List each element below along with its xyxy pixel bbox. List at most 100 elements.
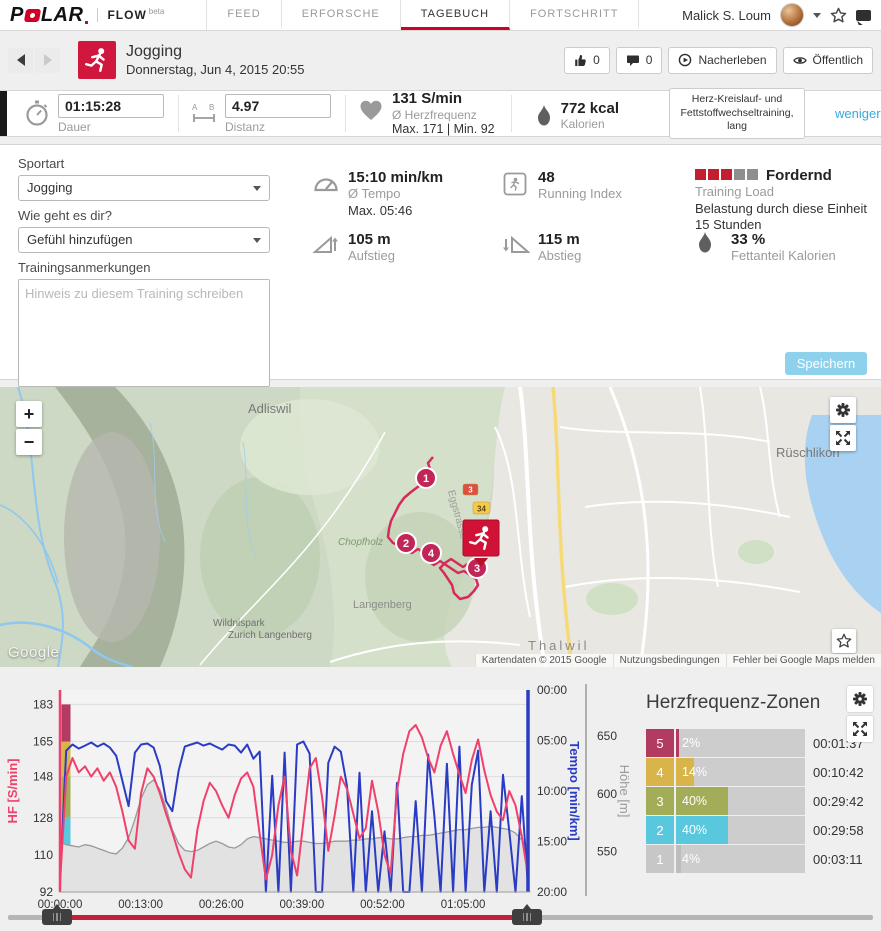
comment-count: 0 <box>646 53 653 67</box>
hr-zone-bar: 40% <box>676 787 805 815</box>
map-zoom-in-button[interactable]: + <box>16 401 42 427</box>
hr-zone-bar: 2% <box>676 729 805 757</box>
hr-zone-time: 00:29:58 <box>805 816 875 844</box>
hr-zones-title: Herzfrequenz-Zonen <box>646 692 875 714</box>
hr-zone-time: 00:10:42 <box>805 758 875 786</box>
pace-tick-label: 15:00 <box>537 835 567 849</box>
relive-button[interactable]: Nacherleben <box>668 47 776 74</box>
route-km-marker[interactable]: 1 <box>416 468 436 488</box>
duration-group: Dauer <box>24 94 164 134</box>
hr-zone-percent: 40% <box>682 794 707 808</box>
altitude-tick-label: 550 <box>597 845 617 859</box>
hr-zone-bar: 40% <box>676 816 805 844</box>
hr-minmax: Max. 171 | Min. 92 <box>392 122 495 138</box>
summary-bar-accent-strip <box>0 91 7 136</box>
session-header: Jogging Donnerstag, Jun 4, 2015 20:55 0 … <box>0 40 881 80</box>
hr-zone-row: 14%00:03:11 <box>646 845 875 873</box>
sport-label: Sportart <box>18 156 270 171</box>
svg-text:2: 2 <box>403 538 409 550</box>
hr-zone-bar: 14% <box>676 758 805 786</box>
arrow-right-icon <box>44 54 52 66</box>
hr-zone-percent: 40% <box>682 823 707 837</box>
hr-zone-row: 340%00:29:42 <box>646 787 875 815</box>
comment-bubble-icon <box>626 54 640 67</box>
training-load-segment <box>721 169 732 180</box>
avg-hr-value: 131 S/min <box>392 91 495 108</box>
comment-button[interactable]: 0 <box>616 47 663 74</box>
slider-handle-start[interactable] <box>42 909 72 925</box>
route-map[interactable]: AdliswilRüschlikonThalwilLangenbergWildn… <box>0 387 881 667</box>
map-label: Langenberg <box>353 599 412 611</box>
hr-tick-label: 128 <box>33 811 53 825</box>
avg-tempo-metric: 15:10 min/km Ø Tempo Max. 05:46 <box>312 169 443 219</box>
nav-item-fortschritt[interactable]: FORTSCHRITT <box>510 0 639 30</box>
show-less-link[interactable]: weniger <box>835 106 881 121</box>
beta-badge: beta <box>149 7 165 16</box>
feeling-select[interactable]: Gefühl hinzufügen <box>18 227 270 253</box>
map-attribution: Kartendaten © 2015 Google Nutzungsbeding… <box>475 654 881 667</box>
route-km-marker[interactable]: 4 <box>421 543 441 563</box>
speedometer-icon <box>312 173 340 197</box>
training-benefit-box: Herz-Kreislauf- und Fettstoffwechseltrai… <box>669 88 805 139</box>
visibility-button[interactable]: Öffentlich <box>783 47 873 74</box>
logo-o-mark <box>24 9 41 22</box>
sport-select[interactable]: Jogging <box>18 175 270 201</box>
nav-item-tagebuch[interactable]: TAGEBUCH <box>401 0 510 30</box>
chart-fullscreen-button[interactable] <box>847 716 873 742</box>
map-terms-link[interactable]: Nutzungsbedingungen <box>613 654 726 667</box>
nav-item-feed[interactable]: FEED <box>207 0 281 30</box>
notes-label: Trainingsanmerkungen <box>18 260 270 275</box>
duration-input[interactable] <box>58 94 164 118</box>
svg-text:B: B <box>209 103 214 112</box>
slider-handle-end[interactable] <box>512 909 542 925</box>
avatar[interactable] <box>780 3 804 27</box>
details-card: Sportart Jogging Wie geht es dir? Gefühl… <box>0 144 881 380</box>
save-button[interactable]: Speichern <box>785 352 867 375</box>
user-name[interactable]: Malick S. Loum <box>682 8 771 23</box>
training-load-metric: Fordernd Training Load Belastung durch d… <box>695 167 875 233</box>
expand-icon <box>851 720 869 738</box>
favorites-star-icon[interactable] <box>830 7 847 24</box>
hr-zone-number: 5 <box>646 729 674 757</box>
previous-session-button[interactable] <box>8 48 33 73</box>
stopwatch-icon <box>24 99 50 127</box>
pace-tick-label: 00:00 <box>537 683 567 697</box>
logo-text-p: P <box>10 4 24 27</box>
route-km-marker[interactable]: 2 <box>396 533 416 553</box>
distance-input[interactable] <box>225 94 331 118</box>
polar-logo[interactable]: PLAR FLOW beta <box>10 0 164 30</box>
map-settings-button[interactable] <box>830 397 856 423</box>
map-report-link[interactable]: Fehler bei Google Maps melden <box>726 654 881 667</box>
hr-zone-number: 3 <box>646 787 674 815</box>
training-load-segment <box>695 169 706 180</box>
hr-tick-label: 92 <box>40 885 54 899</box>
hr-zones-list: 52%00:01:37414%00:10:42340%00:29:42240%0… <box>646 729 875 873</box>
gear-icon <box>851 690 869 708</box>
training-load-segment <box>747 169 758 180</box>
running-index-metric: 48 Running Index <box>502 169 622 203</box>
map-canvas[interactable]: AdliswilRüschlikonThalwilLangenbergWildn… <box>0 387 881 667</box>
map-label: Chopfholz <box>338 537 383 548</box>
hr-tick-label: 110 <box>34 848 53 862</box>
avg-hr-label: Ø Herzfrequenz <box>392 108 495 122</box>
user-menu-caret-icon[interactable] <box>813 13 821 18</box>
map-label: Adliswil <box>248 401 291 416</box>
like-button[interactable]: 0 <box>564 47 610 74</box>
relive-label: Nacherleben <box>698 53 766 67</box>
map-favorite-button[interactable] <box>832 629 856 653</box>
hr-zone-percent: 2% <box>682 736 700 750</box>
map-zoom-out-button[interactable]: − <box>16 429 42 455</box>
training-chart[interactable]: 1831651481281109200:00:0000:13:0000:26:0… <box>0 678 640 914</box>
notes-textarea[interactable] <box>18 279 270 387</box>
slider-selected-range[interactable] <box>57 915 527 920</box>
messages-icon[interactable] <box>856 10 871 21</box>
map-fullscreen-button[interactable] <box>830 425 856 451</box>
duration-label: Dauer <box>58 120 164 134</box>
session-title: Jogging <box>126 42 305 62</box>
expand-icon <box>834 429 852 447</box>
nav-item-erforsche[interactable]: ERFORSCHE <box>282 0 401 30</box>
logo-dot <box>85 21 88 24</box>
chart-settings-button[interactable] <box>847 686 873 712</box>
calories-value: 772 kcal <box>561 101 619 118</box>
next-session-button[interactable] <box>35 48 60 73</box>
